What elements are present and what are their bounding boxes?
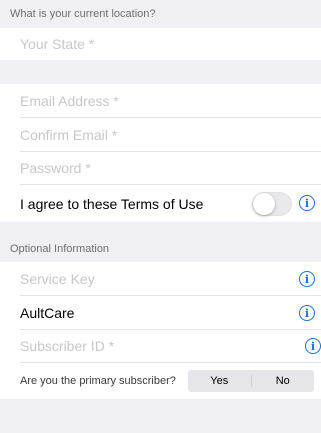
- plan-field[interactable]: AultCare: [0, 296, 321, 329]
- state-placeholder: Your State *: [20, 36, 95, 52]
- email-placeholder: Email Address *: [20, 92, 119, 109]
- service-key-info-icon[interactable]: i: [299, 271, 315, 287]
- service-key-field[interactable]: Service Key: [0, 262, 321, 295]
- terms-info-icon[interactable]: i: [299, 195, 315, 211]
- confirm-email-placeholder: Confirm Email *: [20, 126, 118, 143]
- service-key-placeholder: Service Key: [20, 270, 95, 287]
- plan-value: AultCare: [20, 304, 75, 321]
- confirm-email-field[interactable]: Confirm Email *: [0, 118, 321, 151]
- optional-section-title: Optional Information: [10, 243, 110, 255]
- state-field-row[interactable]: Your State *: [0, 28, 321, 60]
- location-section-header: What is your current location?: [0, 0, 321, 28]
- email-field[interactable]: Email Address *: [0, 84, 321, 117]
- toggle-knob: [253, 193, 275, 215]
- password-placeholder: Password *: [20, 160, 91, 176]
- terms-toggle[interactable]: [252, 192, 292, 216]
- primary-subscriber-segmented-control: Yes No: [188, 370, 314, 392]
- account-group: Email Address * Confirm Email * Password…: [0, 84, 321, 222]
- subscriber-id-field[interactable]: Subscriber ID *: [0, 330, 321, 362]
- subscriber-id-info-icon[interactable]: i: [305, 338, 321, 354]
- no-option[interactable]: No: [252, 370, 315, 392]
- optional-section-header: Optional Information: [0, 236, 321, 262]
- plan-info-icon[interactable]: i: [299, 305, 315, 321]
- password-field[interactable]: Password *: [0, 152, 321, 184]
- yes-option[interactable]: Yes: [188, 370, 251, 392]
- subscriber-id-placeholder: Subscriber ID *: [20, 338, 115, 354]
- optional-group: Service Key i AultCare i Subscriber ID *…: [0, 262, 321, 399]
- primary-subscriber-question: Are you the primary subscriber?: [20, 375, 176, 387]
- state-field[interactable]: Your State *: [0, 28, 321, 60]
- terms-label: I agree to these Terms of Use: [20, 195, 204, 212]
- location-section-title: What is your current location?: [10, 8, 156, 20]
